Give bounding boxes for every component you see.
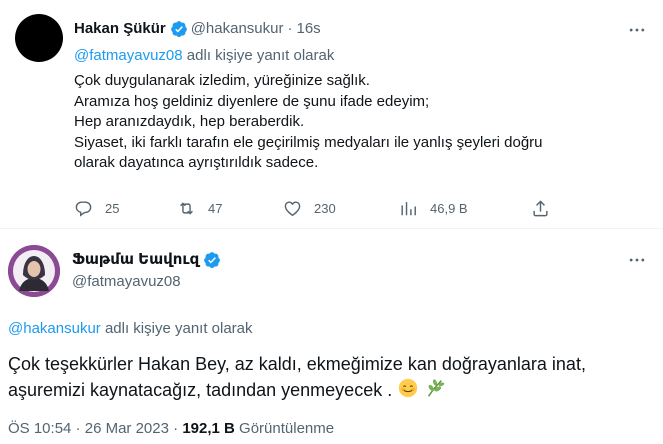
analytics-icon <box>401 201 416 215</box>
like-count: 230 <box>314 200 336 216</box>
tweet-text-line: aşuremizi kaynatacağız, tadından yenmeye… <box>8 380 393 400</box>
reply-count: 25 <box>105 200 120 216</box>
retweet-count: 47 <box>208 200 223 216</box>
heart-icon <box>284 200 301 216</box>
smiling-face-emoji-icon <box>399 378 418 398</box>
tweet-text-line: olarak dayatınca ayrıştırıldık sadece. <box>74 154 319 171</box>
views-label: Görüntülenme <box>239 420 335 437</box>
tweet-header: Hakan Şükür @hakansukur · 16s <box>74 20 321 38</box>
replying-to-label: adlı kişiye yanıt olarak <box>186 47 335 64</box>
tweet-text-line-2: aşuremizi kaynatacağız, tadından yenmeye… <box>8 377 586 403</box>
more-options-icon[interactable] <box>627 20 647 40</box>
verified-badge-icon[interactable] <box>170 20 188 38</box>
replying-to: @hakansukur adlı kişiye yanıt olarak <box>8 319 253 339</box>
tweet-text-line: Çok teşekkürler Hakan Bey, az kaldı, ekm… <box>8 354 586 374</box>
author-handle[interactable]: @fatmayavuz08 <box>72 272 181 292</box>
tweet-time[interactable]: 16s <box>296 20 320 38</box>
share-button[interactable] <box>531 196 562 220</box>
more-options-icon[interactable] <box>627 250 647 270</box>
retweet-button[interactable]: 47 <box>177 196 222 220</box>
tweet-text-line: Aramıza hoş geldiniz diyenlere de şunu i… <box>74 92 430 110</box>
replying-to-link[interactable]: @hakansukur <box>8 320 101 337</box>
verified-badge-icon[interactable] <box>203 251 221 269</box>
avatar[interactable] <box>15 14 63 62</box>
tweet-date[interactable]: 26 Mar 2023 <box>85 420 169 437</box>
retweet-icon <box>180 201 193 215</box>
author-handle[interactable]: @hakansukur <box>191 20 284 38</box>
tweet-hakan[interactable]: Hakan Şükür @hakansukur · 16s @fatmayavu… <box>0 0 663 228</box>
tweet-timestamp[interactable]: ÖS 10:54 <box>8 420 71 437</box>
replying-to: @fatmayavuz08 adlı kişiye yanıt olarak <box>74 46 334 66</box>
reply-button[interactable]: 25 <box>74 196 119 220</box>
tweet-header: Ֆաթմա Եավուզ <box>72 250 224 270</box>
tweet-text: Çok teşekkürler Hakan Bey, az kaldı, ekm… <box>8 352 586 403</box>
tweet-text-line: Hep aranızdaydık, hep beraberdik. <box>74 113 305 130</box>
herb-emoji-icon <box>428 379 445 397</box>
separator-dot: · <box>173 420 183 437</box>
like-button[interactable]: 230 <box>283 196 336 220</box>
views-count: 46,9 B <box>430 200 468 216</box>
tweet-actions: 25 47 230 46,9 B <box>74 196 554 220</box>
reply-icon <box>75 200 92 217</box>
profile-photo <box>8 245 60 297</box>
divider <box>0 228 663 229</box>
tweet-text: Çok duygulanarak izledim, yüreğinize sağ… <box>74 71 543 174</box>
views-count: 192,1 B <box>182 420 235 437</box>
tweet-text-line: Siyaset, iki farklı tarafın ele geçirilm… <box>74 133 543 151</box>
share-icon <box>533 199 548 216</box>
separator-dot: · <box>75 420 85 437</box>
tweet-meta: ÖS 10:54 · 26 Mar 2023 · 192,1 B Görüntü… <box>8 419 334 439</box>
separator-dot: · <box>287 20 293 37</box>
avatar[interactable] <box>8 245 60 297</box>
tweet-text-line: Çok duygulanarak izledim, yüreğinize sağ… <box>74 72 370 89</box>
views-button[interactable]: 46,9 B <box>399 196 468 220</box>
author-name[interactable]: Hakan Şükür <box>74 20 166 38</box>
author-name[interactable]: Ֆաթմա Եավուզ <box>72 250 199 270</box>
replying-to-label: adlı kişiye yanıt olarak <box>104 320 253 337</box>
replying-to-link[interactable]: @fatmayavuz08 <box>74 47 183 64</box>
